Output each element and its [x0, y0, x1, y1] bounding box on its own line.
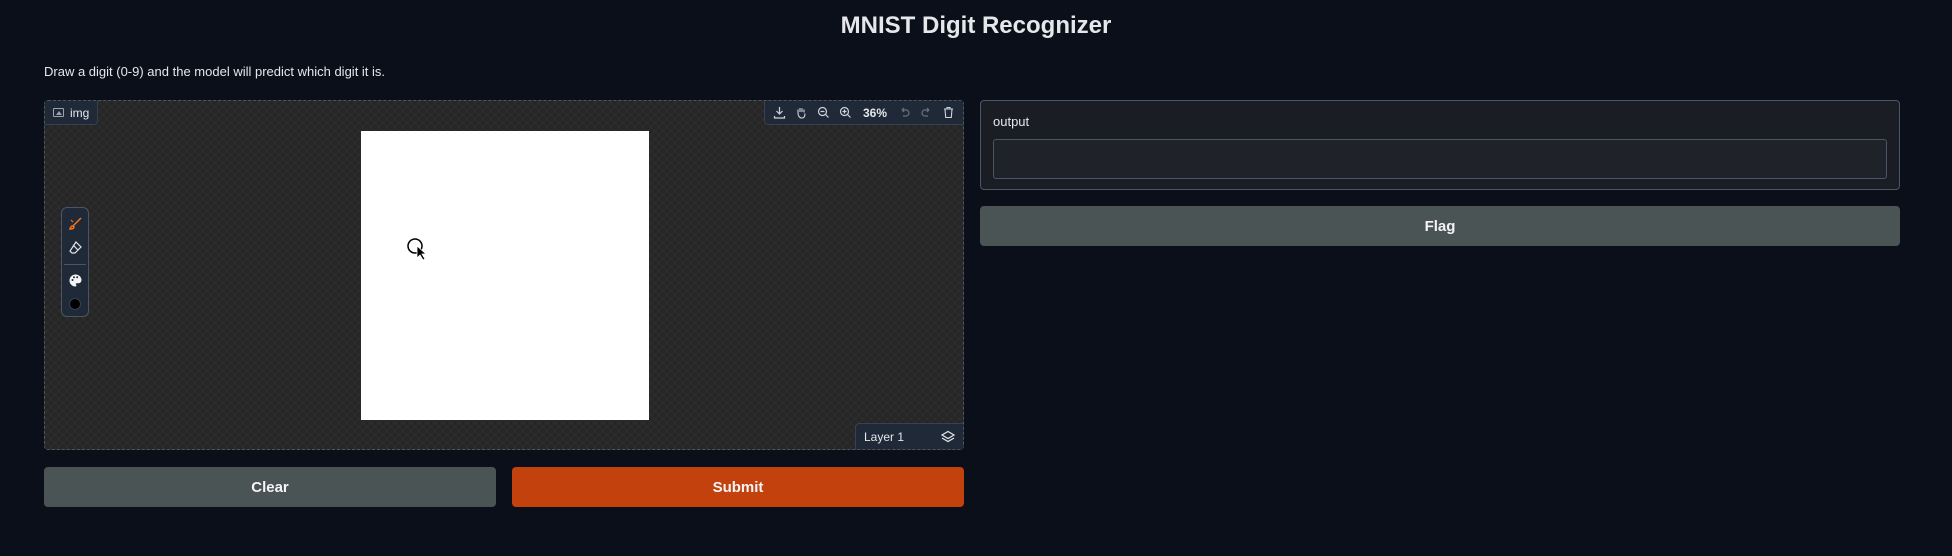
zoom-level: 36%: [862, 105, 887, 120]
layers-icon: [941, 430, 955, 442]
image-label: img: [45, 101, 99, 125]
image-label-text: img: [70, 105, 90, 120]
tools-divider: [64, 263, 86, 265]
output-label: output: [993, 114, 1030, 129]
color-swatch[interactable]: [63, 292, 87, 316]
brush-cursor-icon: [407, 238, 428, 260]
layer-selector[interactable]: Layer 1: [855, 423, 963, 449]
flag-button[interactable]: Flag: [980, 206, 1900, 246]
brush-icon[interactable]: [63, 212, 87, 236]
output-field[interactable]: [993, 139, 1887, 179]
zoom-out-icon[interactable]: [813, 102, 835, 124]
eraser-icon[interactable]: [63, 236, 87, 260]
output-panel: output: [980, 100, 1900, 190]
pan-icon[interactable]: [791, 102, 813, 124]
trash-icon[interactable]: [937, 102, 959, 124]
clear-button[interactable]: Clear: [44, 467, 496, 507]
drawing-tools: [61, 207, 89, 317]
download-icon[interactable]: [769, 102, 791, 124]
image-editor[interactable]: img 36% Layer 1: [44, 100, 964, 450]
zoom-in-icon[interactable]: [835, 102, 857, 124]
drawing-canvas[interactable]: [361, 131, 649, 420]
image-icon: [53, 108, 64, 117]
submit-button[interactable]: Submit: [512, 467, 964, 507]
color-dot: [69, 298, 81, 311]
layer-label: Layer 1: [864, 429, 905, 444]
redo-icon[interactable]: [915, 102, 937, 124]
palette-icon[interactable]: [63, 268, 87, 292]
page-description: Draw a digit (0-9) and the model will pr…: [44, 64, 386, 79]
page-title: MNIST Digit Recognizer: [840, 12, 1112, 39]
editor-toolbar: 36%: [763, 101, 963, 125]
undo-icon[interactable]: [893, 102, 915, 124]
